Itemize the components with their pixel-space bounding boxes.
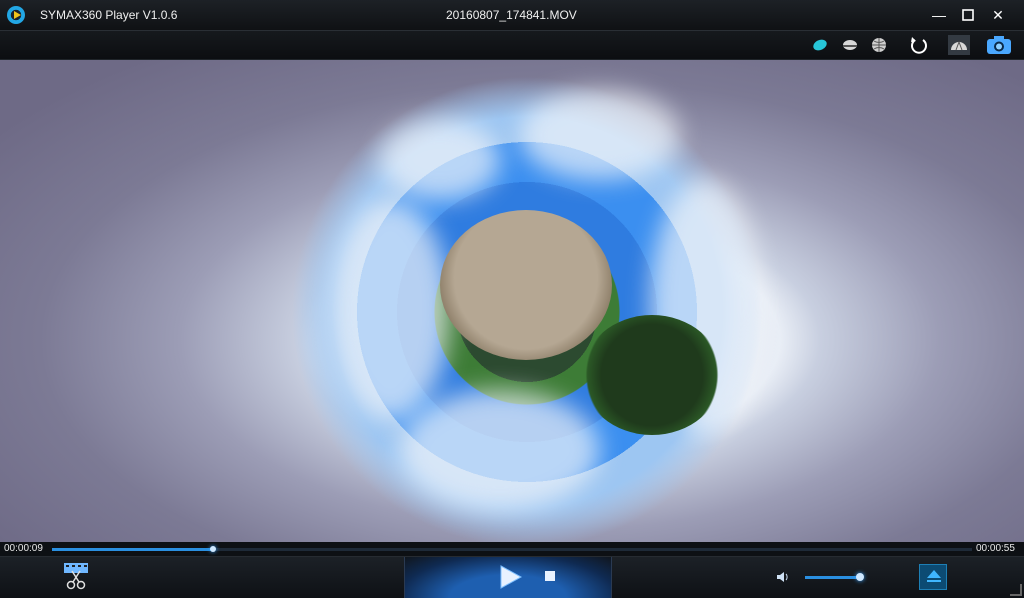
view-toolbar: [0, 31, 1024, 60]
volume-handle[interactable]: [856, 573, 864, 581]
stop-button[interactable]: [545, 571, 555, 581]
tree-silhouette: [582, 315, 722, 435]
volume-slider[interactable]: [805, 573, 864, 581]
snapshot-camera-icon: [987, 36, 1011, 54]
film-scissors-icon: [64, 563, 88, 590]
fisheye-view-button[interactable]: [838, 34, 862, 56]
maximize-icon: [962, 9, 974, 21]
open-file-button[interactable]: [919, 564, 947, 590]
control-bar: [0, 556, 1024, 598]
clip-cut-button[interactable]: [62, 561, 90, 591]
volume-button[interactable]: [776, 570, 790, 584]
current-time: 00:00:09: [4, 543, 43, 554]
little-planet-ground: [440, 210, 612, 360]
rotate-reset-icon: [911, 37, 927, 54]
transport-panel: [404, 557, 612, 598]
close-button[interactable]: ✕: [985, 4, 1011, 26]
play-button[interactable]: [497, 564, 523, 590]
resize-grip[interactable]: [1010, 584, 1022, 596]
app-title: SYMAX360 Player V1.0.6: [40, 8, 178, 22]
seek-progress: [52, 548, 213, 551]
app-logo-icon: [7, 6, 25, 24]
maximize-button[interactable]: [955, 4, 981, 26]
seek-handle[interactable]: [210, 546, 216, 552]
play-icon: [500, 565, 523, 589]
title-bar: SYMAX360 Player V1.0.6 20160807_174841.M…: [0, 0, 1024, 31]
dome-view-icon: [948, 35, 970, 55]
little-planet-view-button[interactable]: [808, 34, 832, 56]
dome-view-button[interactable]: [947, 34, 971, 56]
fisheye-view-icon: [843, 40, 857, 50]
file-title: 20160807_174841.MOV: [446, 8, 577, 22]
video-viewport[interactable]: [0, 60, 1024, 542]
little-planet-view-icon: [813, 39, 827, 51]
snapshot-button[interactable]: [985, 34, 1013, 56]
seek-track[interactable]: [52, 546, 972, 552]
eject-icon: [927, 570, 941, 578]
minimize-button[interactable]: —: [926, 4, 952, 26]
globe-view-button[interactable]: [867, 34, 891, 56]
globe-view-icon: [872, 38, 886, 52]
total-time: 00:00:55: [976, 543, 1015, 554]
rotate-reset-button[interactable]: [907, 34, 931, 56]
seek-bar: 00:00:09 00:00:55: [0, 542, 1024, 556]
speaker-icon: [777, 572, 788, 582]
volume-level: [805, 576, 860, 579]
